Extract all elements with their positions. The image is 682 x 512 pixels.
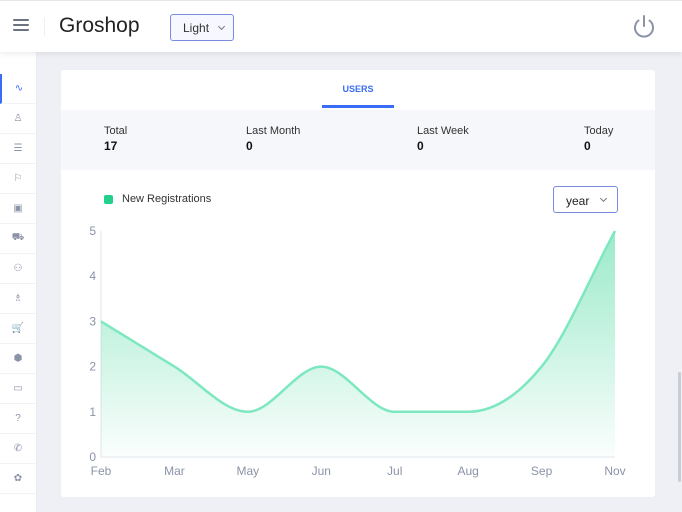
x-tick-label: Jun: [312, 464, 331, 478]
registrations-chart: 0 1 2 3 4 5 Feb Mar May Jun Jul Aug Sep Nov: [89, 224, 625, 478]
power-icon[interactable]: [631, 14, 657, 40]
x-tick-label: Sep: [531, 464, 553, 478]
y-tick-label: 2: [89, 360, 96, 374]
x-tick-label: Nov: [604, 464, 625, 478]
x-tick-label: Feb: [91, 464, 112, 478]
y-tick-label: 0: [89, 450, 96, 464]
series-area: [101, 231, 615, 457]
x-tick-label: Mar: [164, 464, 185, 478]
x-tick-label: May: [237, 464, 260, 478]
scrollbar[interactable]: [678, 372, 681, 482]
top-bar: Groshop Light: [0, 0, 682, 52]
y-tick-label: 5: [89, 224, 96, 238]
divider: [44, 18, 45, 36]
menu-icon[interactable]: [13, 19, 29, 33]
x-tick-label: Jul: [387, 464, 402, 478]
y-tick-label: 1: [89, 405, 96, 419]
theme-select-value: Light: [183, 21, 210, 35]
y-tick-label: 3: [89, 314, 96, 328]
y-tick-label: 4: [89, 269, 96, 283]
theme-select[interactable]: Light: [170, 14, 234, 41]
chevron-down-icon: [217, 22, 226, 31]
x-tick-label: Aug: [457, 464, 478, 478]
brand-title: Groshop: [59, 14, 140, 37]
